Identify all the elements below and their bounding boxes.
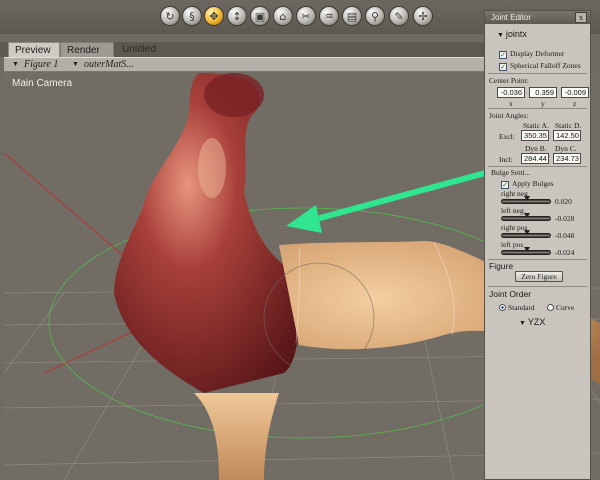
joint-angles-label: Joint Angles:: [489, 111, 529, 120]
display-deformer-option[interactable]: ✓ Display Deformer: [499, 49, 564, 59]
display-deformer-checkbox[interactable]: ✓: [499, 51, 507, 59]
dyn-b-label: Dyn B.: [525, 144, 547, 153]
standard-option[interactable]: Standard: [499, 303, 535, 312]
bulge-right-pos-value: -0.048: [555, 231, 575, 240]
center-z-field[interactable]: -0.009: [561, 87, 589, 98]
standard-radio[interactable]: [499, 304, 506, 311]
static-a-field[interactable]: 350.35: [521, 130, 549, 141]
twist-icon[interactable]: §: [182, 6, 202, 26]
bulge-right-neg-slider[interactable]: [501, 196, 551, 204]
tab-render[interactable]: Render: [60, 42, 114, 57]
incl-label: Incl:: [499, 155, 513, 164]
joint-name: jointx: [505, 29, 527, 39]
figure-selector-bar: ▼ Figure 1 ▼ outerMatS...: [4, 57, 488, 72]
bulge-left-neg-value: -0.028: [555, 214, 575, 223]
translate-in-out-icon[interactable]: ↕: [227, 6, 247, 26]
display-deformer-label: Display Deformer: [510, 49, 565, 58]
direct-manipulation-icon[interactable]: ✢: [413, 6, 433, 26]
divider: [488, 259, 587, 260]
figure-selector[interactable]: Figure 1: [24, 58, 58, 71]
document-title: Untitled: [122, 44, 156, 55]
y-axis-label: y: [541, 99, 545, 108]
rotate-icon[interactable]: ↻: [160, 6, 180, 26]
divider: [488, 108, 587, 109]
curve-option[interactable]: Curve: [547, 303, 574, 312]
bulge-left-pos-value: -0.024: [555, 248, 575, 257]
bulge-left-pos-slider[interactable]: [501, 247, 551, 255]
bulge-right-pos-slider[interactable]: [501, 230, 551, 238]
material-selector[interactable]: outerMatS...: [84, 58, 134, 71]
divider: [488, 73, 587, 74]
x-axis-label: x: [509, 99, 513, 108]
scale-icon[interactable]: ▣: [250, 6, 270, 26]
taper-icon[interactable]: ⌂: [273, 6, 293, 26]
tab-preview[interactable]: Preview: [8, 42, 60, 57]
spherical-falloff-option[interactable]: ✓ Spherical Falloff Zones: [499, 61, 581, 71]
joint-order-label: Joint Order: [489, 289, 532, 299]
spherical-falloff-label: Spherical Falloff Zones: [510, 61, 581, 70]
document-tabs: Preview Render Untitled: [0, 42, 488, 57]
center-point-label: Center Point:: [489, 76, 529, 85]
spherical-falloff-checkbox[interactable]: ✓: [499, 63, 507, 71]
excl-label: Excl:: [499, 132, 515, 141]
center-x-field[interactable]: -0.036: [497, 87, 525, 98]
divider: [488, 166, 587, 167]
bulge-left-neg-slider[interactable]: [501, 213, 551, 221]
green-arrow: [286, 169, 492, 233]
dyn-c-field[interactable]: 234.73: [553, 153, 581, 164]
figure-section-label: Figure: [489, 261, 514, 271]
grouping-icon[interactable]: ▤: [342, 6, 362, 26]
zero-figure-button[interactable]: Zero Figure: [515, 271, 563, 282]
curve-label: Curve: [556, 303, 575, 312]
slider-thumb-icon[interactable]: [524, 213, 530, 218]
apply-bulges-option[interactable]: ✓ Apply Bulges: [501, 179, 553, 189]
joint-menu-icon: ▼: [497, 32, 506, 39]
bulge-settings-label: Bulge Setti...: [491, 168, 531, 177]
standard-label: Standard: [508, 303, 535, 312]
morph-brush-icon[interactable]: ✎: [389, 6, 409, 26]
translate-icon[interactable]: ✥: [204, 6, 224, 26]
joint-editor-panel: Joint Editor x ▼ jointx ✓ Display Deforme…: [484, 10, 591, 480]
camera-label[interactable]: Main Camera: [12, 78, 72, 89]
z-axis-label: z: [573, 99, 577, 108]
apply-bulges-label: Apply Bulges: [512, 179, 554, 188]
slider-thumb-icon[interactable]: [524, 230, 530, 235]
divider: [488, 286, 587, 287]
rotation-order-selector[interactable]: ▼ YZX: [519, 317, 545, 327]
dyn-b-field[interactable]: 284.44: [521, 153, 549, 164]
chain-break-icon[interactable]: ✂: [296, 6, 316, 26]
view-magnifier-icon[interactable]: ⚲: [365, 6, 385, 26]
joint-selector[interactable]: ▼ jointx: [497, 29, 527, 39]
slider-thumb-icon[interactable]: [524, 196, 530, 201]
figure-standing-leg: [194, 393, 279, 480]
figure-menu-icon[interactable]: ▼: [12, 58, 19, 71]
apply-bulges-checkbox[interactable]: ✓: [501, 181, 509, 189]
slider-thumb-icon[interactable]: [524, 247, 530, 252]
bulge-right-neg-value: 0.020: [555, 197, 572, 206]
rotation-order-value: YZX: [527, 317, 546, 327]
close-icon[interactable]: x: [575, 12, 587, 23]
bulge-left-pos-label: left pos: [501, 240, 524, 249]
curve-radio[interactable]: [547, 304, 554, 311]
material-menu-icon[interactable]: ▼: [72, 58, 79, 71]
bulge-left-neg-label: left neg: [501, 206, 524, 215]
static-d-field[interactable]: 142.50: [553, 130, 581, 141]
rotation-order-menu-icon: ▼: [519, 320, 528, 327]
dyn-c-label: Dyn C.: [555, 144, 577, 153]
static-d-label: Static D.: [555, 121, 582, 130]
center-y-field[interactable]: 0.359: [529, 87, 557, 98]
color-icon[interactable]: ♒: [319, 6, 339, 26]
static-a-label: Static A.: [523, 121, 549, 130]
